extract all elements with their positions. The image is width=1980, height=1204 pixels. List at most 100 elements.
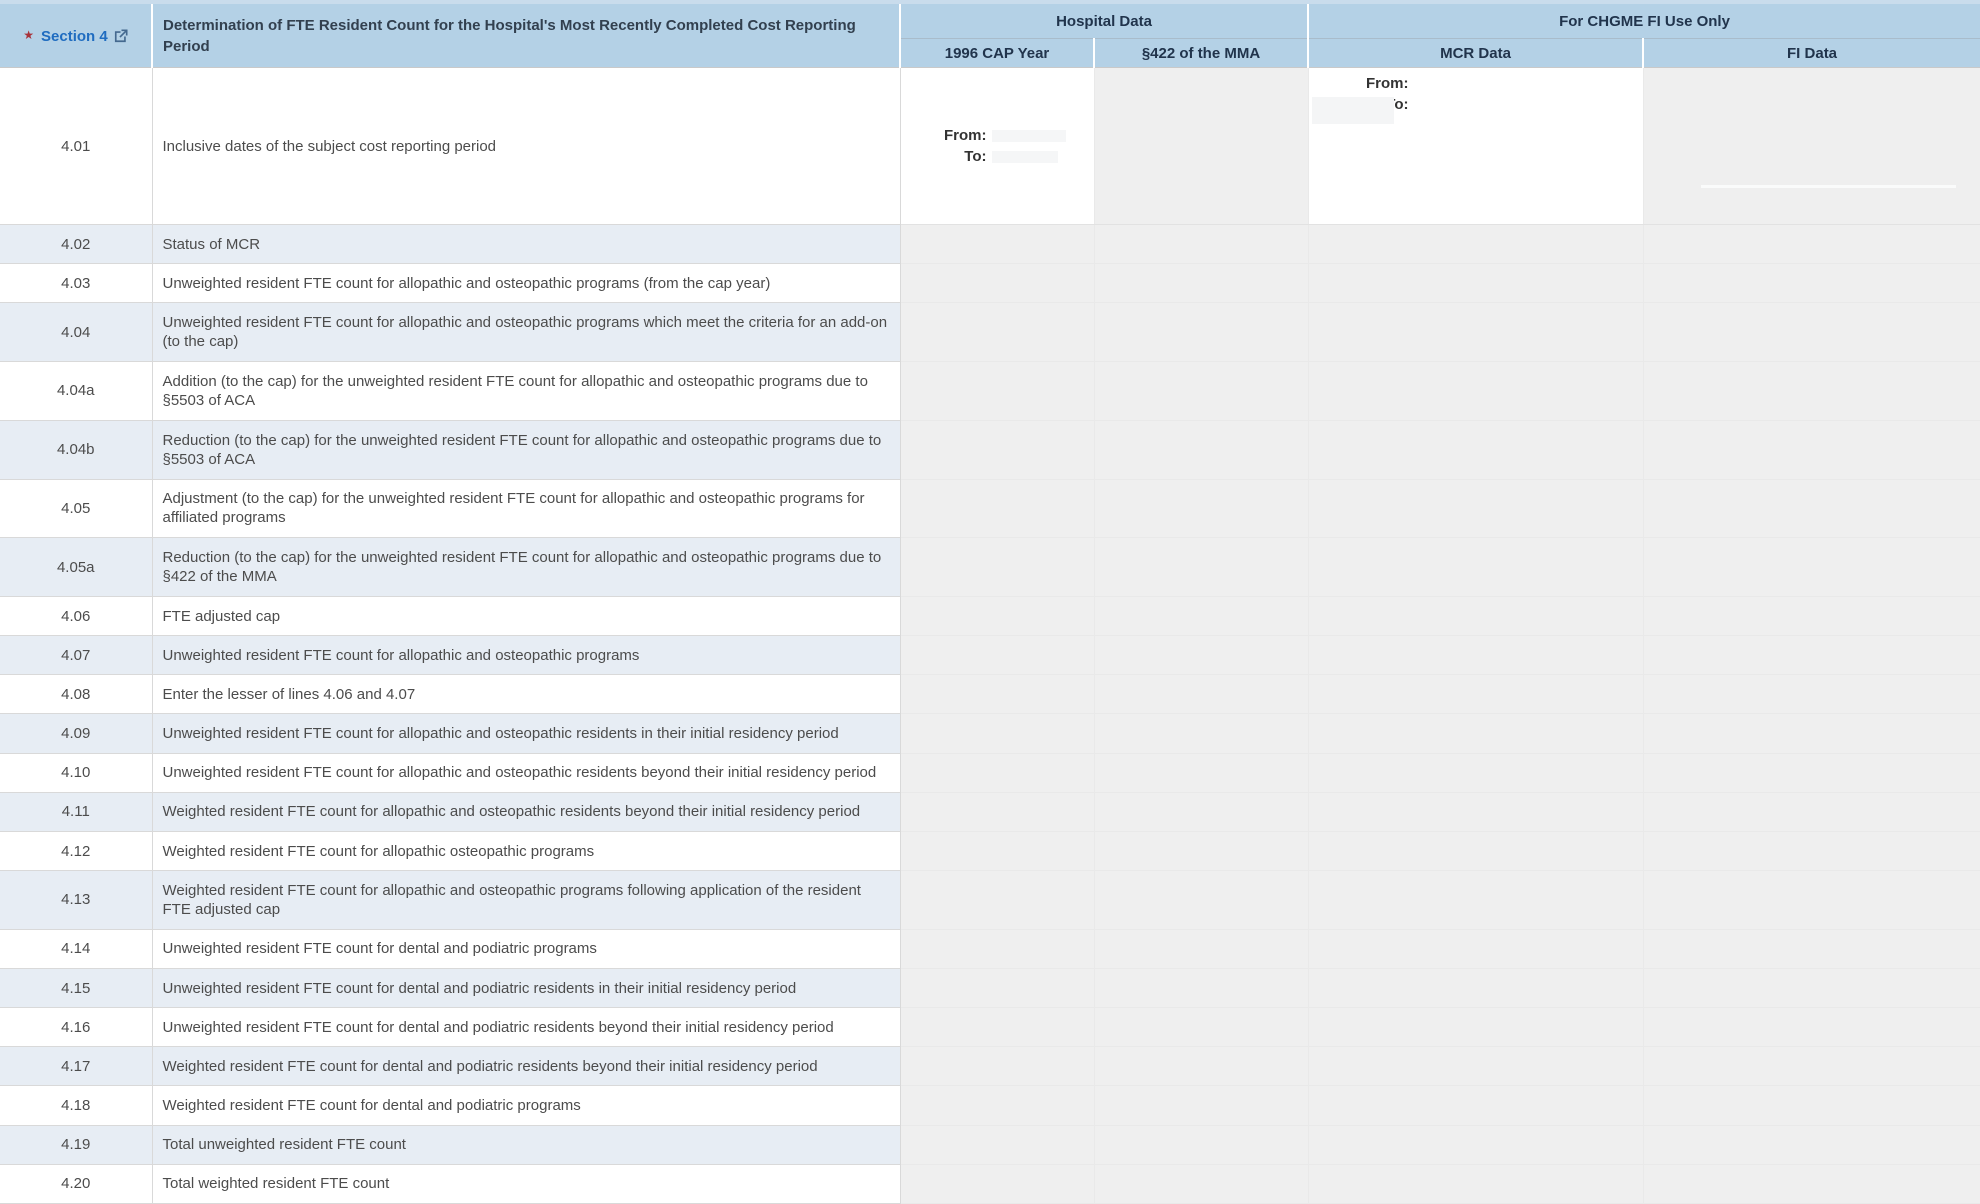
fi-cell-disabled (1643, 225, 1980, 264)
line-number: 4.04 (0, 303, 152, 362)
mma-cell-disabled (1094, 362, 1308, 421)
mcr-cell-disabled (1308, 420, 1643, 479)
line-description: Addition (to the cap) for the unweighted… (152, 362, 900, 421)
chgme-fi-group-header: For CHGME FI Use Only (1308, 2, 1980, 39)
mcr-cell-disabled (1308, 753, 1643, 792)
external-link-icon[interactable] (114, 29, 128, 47)
table-row-4.06: 4.06 FTE adjusted cap (0, 596, 1980, 635)
line-number: 4.06 (0, 596, 152, 635)
redaction-artifact (1701, 185, 1956, 188)
fi-cell-disabled (1643, 1008, 1980, 1047)
table-row-4.08: 4.08 Enter the lesser of lines 4.06 and … (0, 675, 1980, 714)
fi-cell-disabled (1643, 1164, 1980, 1203)
mcr-cell-disabled (1308, 596, 1643, 635)
fi-cell-disabled (1643, 792, 1980, 831)
redacted-value-block (1312, 97, 1394, 124)
mcr-cell-disabled (1308, 1125, 1643, 1164)
fi-cell-disabled (1643, 753, 1980, 792)
mma-cell-disabled (1094, 303, 1308, 362)
mcr-cell-disabled (1308, 636, 1643, 675)
cap-year-cell-disabled (900, 225, 1094, 264)
col-header-cap-year: 1996 CAP Year (900, 39, 1094, 68)
mma-cell-disabled (1094, 538, 1308, 597)
fi-cell-disabled (1643, 831, 1980, 870)
cap-year-cell-disabled (900, 264, 1094, 303)
mma-cell-disabled (1094, 225, 1308, 264)
line-number: 4.09 (0, 714, 152, 753)
group-header-row: ★Section 4 Determination of FTE Resident… (0, 2, 1980, 39)
section-4-link[interactable]: Section 4 (41, 28, 108, 45)
fi-cell-disabled (1643, 1125, 1980, 1164)
cap-year-cell-disabled (900, 303, 1094, 362)
fi-cell-disabled (1643, 264, 1980, 303)
cap-year-cell-disabled (900, 871, 1094, 930)
table-row-4.04b: 4.04b Reduction (to the cap) for the unw… (0, 420, 1980, 479)
required-asterisk-icon: ★ (23, 28, 34, 42)
mcr-cell-disabled (1308, 1008, 1643, 1047)
line-number: 4.04a (0, 362, 152, 421)
line-number: 4.20 (0, 1164, 152, 1203)
mma-cell-disabled (1094, 479, 1308, 538)
fi-cell-disabled (1643, 362, 1980, 421)
from-label: From: (1309, 73, 1409, 94)
line-number: 4.17 (0, 1047, 152, 1086)
fi-cell-disabled (1643, 303, 1980, 362)
line-description: Unweighted resident FTE count for allopa… (152, 303, 900, 362)
mcr-cell-disabled (1308, 929, 1643, 968)
mcr-cell-disabled (1308, 871, 1643, 930)
line-number: 4.04b (0, 420, 152, 479)
cap-year-cell-disabled (900, 1086, 1094, 1125)
redacted-to-value (992, 151, 1058, 163)
chgme-section4-page: ★Section 4 Determination of FTE Resident… (0, 0, 1980, 1204)
mcr-cell-disabled (1308, 675, 1643, 714)
line-description: Weighted resident FTE count for allopath… (152, 871, 900, 930)
line-description: Unweighted resident FTE count for allopa… (152, 714, 900, 753)
fi-cell-disabled (1643, 1047, 1980, 1086)
line-description: Status of MCR (152, 225, 900, 264)
table-row-4.16: 4.16 Unweighted resident FTE count for d… (0, 1008, 1980, 1047)
line-description: FTE adjusted cap (152, 596, 900, 635)
mma-cell-disabled (1094, 831, 1308, 870)
line-description: Weighted resident FTE count for allopath… (152, 831, 900, 870)
mcr-cell-disabled (1308, 831, 1643, 870)
mcr-cell-disabled (1308, 264, 1643, 303)
cap-year-cell-disabled (900, 636, 1094, 675)
line-number: 4.19 (0, 1125, 152, 1164)
mcr-cell-disabled (1308, 792, 1643, 831)
line-number: 4.01 (0, 68, 152, 225)
line-description: Unweighted resident FTE count for dental… (152, 968, 900, 1007)
cap-year-cell-disabled (900, 596, 1094, 635)
table-row-4.17: 4.17 Weighted resident FTE count for den… (0, 1047, 1980, 1086)
cap-year-cell-disabled (900, 714, 1094, 753)
cap-year-cell-disabled (900, 929, 1094, 968)
fi-cell-disabled (1643, 479, 1980, 538)
mma-cell-disabled (1094, 714, 1308, 753)
mma-cell-disabled (1094, 1047, 1308, 1086)
table-row-4.04a: 4.04a Addition (to the cap) for the unwe… (0, 362, 1980, 421)
line-number: 4.07 (0, 636, 152, 675)
mma-cell-disabled (1094, 753, 1308, 792)
line-description: Total weighted resident FTE count (152, 1164, 900, 1203)
table-row-4.15: 4.15 Unweighted resident FTE count for d… (0, 968, 1980, 1007)
table-row-4.05a: 4.05a Reduction (to the cap) for the unw… (0, 538, 1980, 597)
hospital-data-group-header: Hospital Data (900, 2, 1308, 39)
fi-cell-disabled (1643, 929, 1980, 968)
table-row-4.05: 4.05 Adjustment (to the cap) for the unw… (0, 479, 1980, 538)
fi-cell-disabled (1643, 538, 1980, 597)
line-description: Inclusive dates of the subject cost repo… (152, 68, 900, 225)
mma-cell-disabled (1094, 636, 1308, 675)
col-header-mma: §422 of the MMA (1094, 39, 1308, 68)
line-description: Weighted resident FTE count for allopath… (152, 792, 900, 831)
mcr-cell-disabled (1308, 303, 1643, 362)
table-row-4.18: 4.18 Weighted resident FTE count for den… (0, 1086, 1980, 1125)
mcr-cell-disabled (1308, 479, 1643, 538)
mcr-cell-disabled (1308, 538, 1643, 597)
mma-cell-disabled (1094, 929, 1308, 968)
fi-cell-disabled (1643, 871, 1980, 930)
line-number: 4.11 (0, 792, 152, 831)
line-number: 4.05 (0, 479, 152, 538)
line-number: 4.13 (0, 871, 152, 930)
mcr-dates-cell: From: To: (1308, 68, 1643, 225)
cap-year-cell-disabled (900, 1125, 1094, 1164)
cap-year-cell-disabled (900, 538, 1094, 597)
